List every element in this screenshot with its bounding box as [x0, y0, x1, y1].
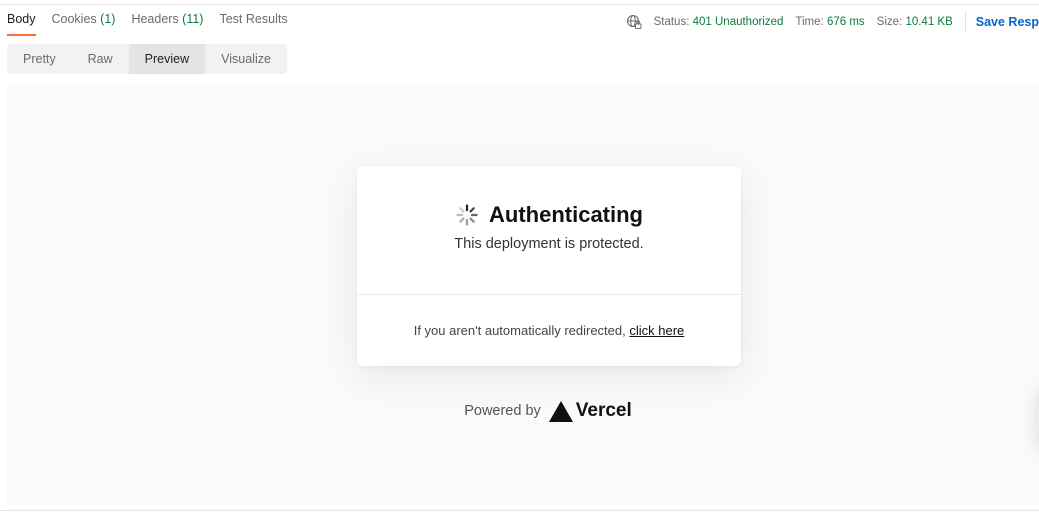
cookies-count: (1) [100, 12, 116, 26]
tab-body[interactable]: Body [7, 12, 36, 36]
redirect-message: If you aren't automatically redirected, … [413, 323, 685, 338]
auth-subtitle: This deployment is protected. [454, 236, 644, 252]
auth-card-header: Authenticating This deployment is protec… [357, 166, 741, 295]
save-response-button[interactable]: Save Resp [976, 15, 1039, 29]
size-value: 10.41 KB [905, 16, 953, 28]
size-readout[interactable]: Size: 10.41 KB [877, 16, 953, 28]
bottom-divider [0, 510, 1039, 511]
auth-heading: Authenticating [357, 166, 741, 228]
status-value: 401 Unauthorized [692, 16, 784, 28]
tab-cookies[interactable]: Cookies (1) [52, 12, 116, 36]
headers-count: (11) [182, 12, 204, 26]
mode-preview[interactable]: Preview [128, 44, 206, 74]
time-value: 676 ms [826, 16, 865, 28]
auth-card: Authenticating This deployment is protec… [357, 166, 741, 366]
auth-title: Authenticating [489, 202, 643, 227]
response-status-bar: Status: 401 Unauthorized Time: 676 ms Si… [626, 12, 1039, 32]
response-tabs: Body Cookies (1) Headers (11) Test Resul… [7, 12, 288, 36]
mode-raw[interactable]: Raw [72, 44, 129, 74]
top-divider [0, 4, 1039, 5]
status-readout[interactable]: Status: 401 Unauthorized [654, 16, 784, 28]
edge-shadow [1035, 384, 1039, 454]
tab-test-results[interactable]: Test Results [219, 12, 287, 36]
mode-visualize[interactable]: Visualize [205, 44, 287, 74]
powered-by-label: Powered by [464, 403, 541, 419]
vercel-logo[interactable]: Vercel [548, 400, 632, 422]
preview-pane[interactable]: Authenticating This deployment is protec… [7, 84, 1039, 505]
mode-pretty[interactable]: Pretty [7, 44, 72, 74]
tab-headers[interactable]: Headers (11) [131, 12, 203, 36]
powered-by-vercel: Powered by Vercel [7, 400, 1039, 422]
vercel-brand-text: Vercel [575, 400, 632, 421]
status-divider [964, 12, 966, 32]
globe-lock-icon[interactable] [626, 14, 642, 30]
spinner-icon [456, 204, 478, 226]
time-readout[interactable]: Time: 676 ms [795, 16, 864, 28]
view-mode-switcher: Pretty Raw Preview Visualize [7, 44, 287, 74]
vercel-triangle-icon [548, 400, 573, 422]
click-here-link[interactable]: click here [629, 323, 684, 338]
